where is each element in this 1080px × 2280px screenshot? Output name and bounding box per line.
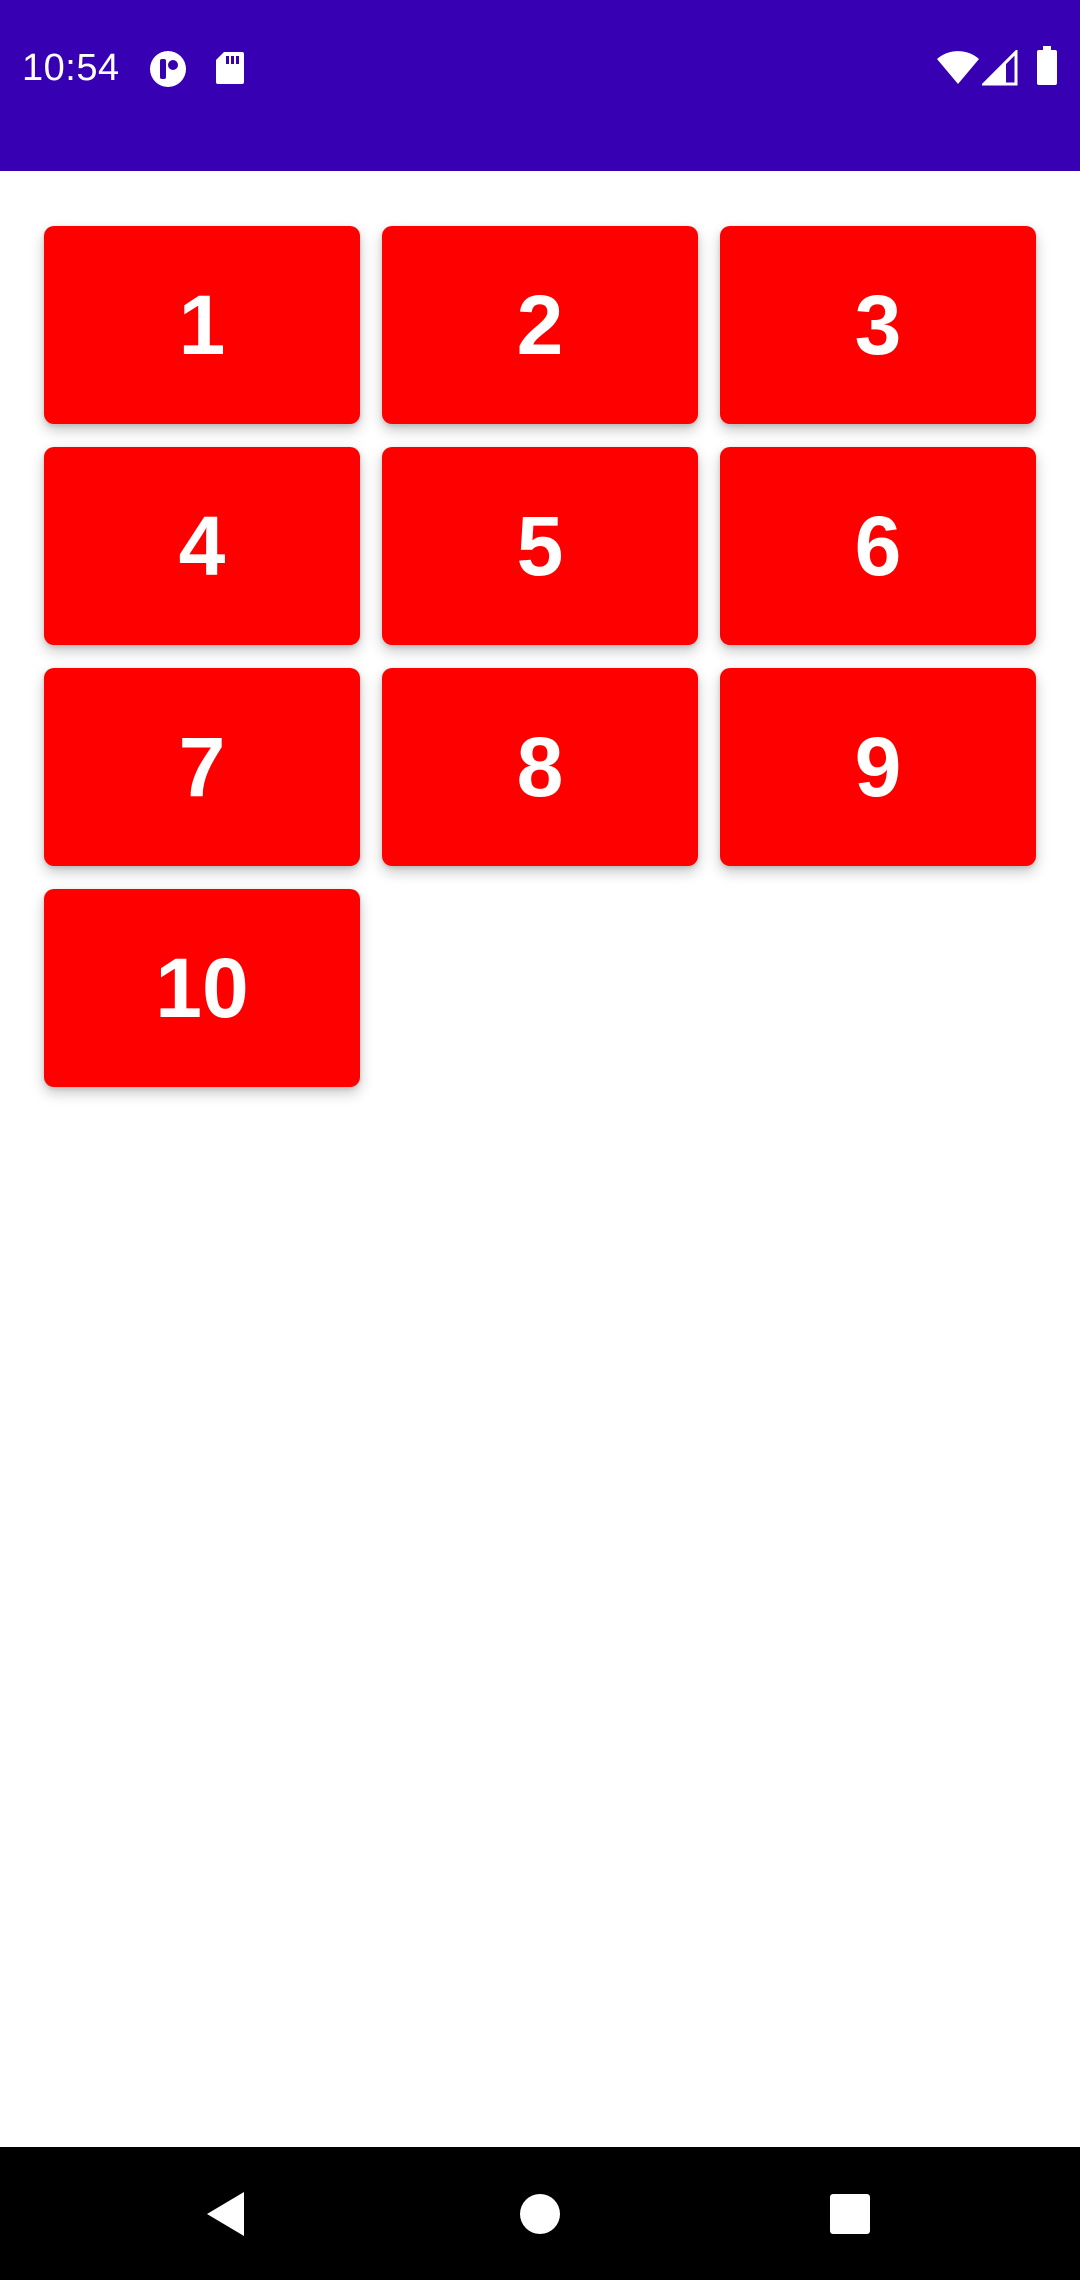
tile-label: 1 <box>178 278 226 372</box>
tile-1[interactable]: 1 <box>44 226 360 424</box>
tile-2[interactable]: 2 <box>382 226 698 424</box>
status-time: 10:54 <box>22 47 120 89</box>
tile-label: 10 <box>155 941 249 1035</box>
tile-4[interactable]: 4 <box>44 447 360 645</box>
back-button[interactable] <box>156 2147 296 2280</box>
tile-label: 7 <box>178 720 226 814</box>
navigation-bar <box>0 2147 1080 2280</box>
tile-8[interactable]: 8 <box>382 668 698 866</box>
tile-label: 8 <box>516 720 564 814</box>
tile-label: 3 <box>854 278 902 372</box>
recents-icon <box>830 2193 870 2234</box>
app-screen: 10:54 1 2 3 4 5 6 7 8 9 10 <box>0 0 1080 2280</box>
status-bar: 10:54 <box>0 0 1080 171</box>
tile-label: 6 <box>854 499 902 593</box>
tile-9[interactable]: 9 <box>720 668 1036 866</box>
home-button[interactable] <box>470 2147 610 2280</box>
tile-label: 9 <box>854 720 902 814</box>
tile-10[interactable]: 10 <box>44 889 360 1087</box>
tile-3[interactable]: 3 <box>720 226 1036 424</box>
sd-card-icon <box>216 52 244 84</box>
app-notification-icon <box>150 51 186 87</box>
number-tile-grid: 1 2 3 4 5 6 7 8 9 10 <box>44 226 1036 1087</box>
tile-5[interactable]: 5 <box>382 447 698 645</box>
wifi-icon <box>937 51 979 84</box>
tile-7[interactable]: 7 <box>44 668 360 866</box>
tile-6[interactable]: 6 <box>720 447 1036 645</box>
battery-icon <box>1037 46 1057 85</box>
recents-button[interactable] <box>780 2147 920 2280</box>
tile-label: 2 <box>516 278 564 372</box>
tile-label: 5 <box>516 499 564 593</box>
home-icon <box>520 2193 560 2234</box>
back-icon <box>207 2191 244 2236</box>
cellular-signal-icon <box>982 50 1018 86</box>
tile-label: 4 <box>178 499 226 593</box>
